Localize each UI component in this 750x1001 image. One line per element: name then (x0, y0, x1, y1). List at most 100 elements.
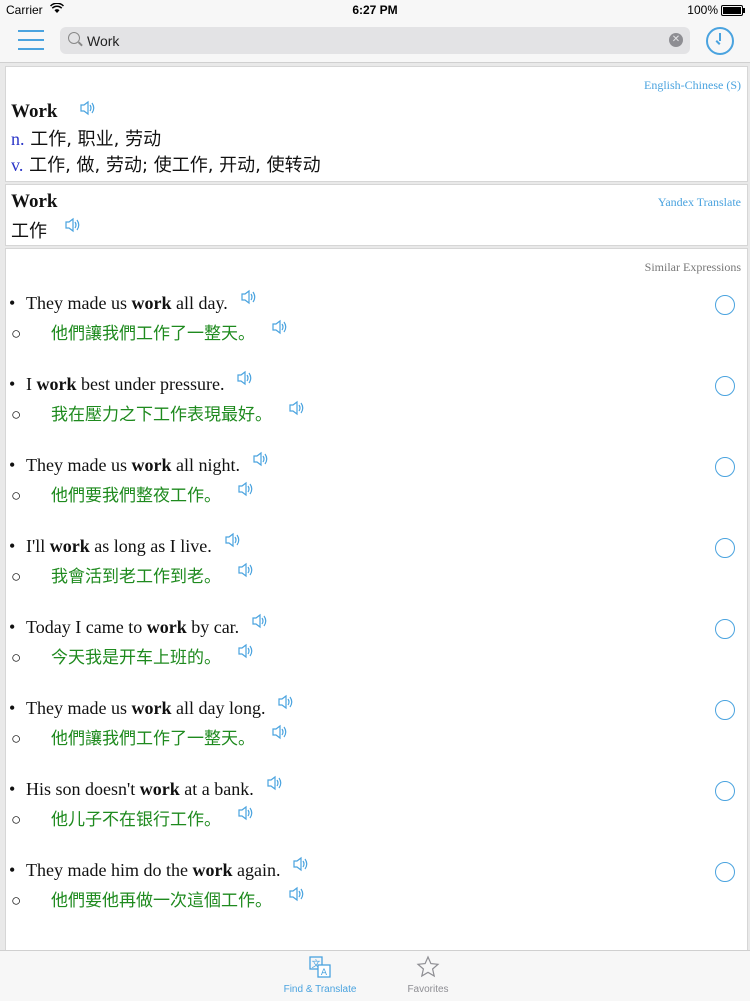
translate-card: Yandex Translate Work 工作 (5, 184, 748, 246)
example-english-pre: They made us (26, 698, 132, 718)
select-circle[interactable] (715, 862, 735, 882)
select-circle[interactable] (715, 781, 735, 801)
example-english-pre: I (26, 374, 37, 394)
example-english: • They made us work all night. (9, 451, 270, 476)
tab-find-translate-label: Find & Translate (283, 984, 357, 995)
speaker-icon[interactable] (79, 100, 97, 116)
pos-verb: v. (11, 155, 24, 175)
example-english: • Today I came to work by car. (9, 613, 269, 638)
select-circle[interactable] (715, 700, 735, 720)
translate-headword: Work (11, 191, 58, 212)
select-circle[interactable] (715, 457, 735, 477)
bullet-hollow: ○ (11, 648, 22, 667)
speaker-icon[interactable] (271, 724, 289, 740)
example-english: • They made him do the work again. (9, 856, 310, 881)
example-chinese-text: 他儿子不在银行工作。 (51, 810, 221, 830)
example-english: • I work best under pressure. (9, 370, 254, 395)
speaker-icon[interactable] (64, 217, 82, 233)
example-english-pre: Today I came to (26, 617, 147, 637)
example-english-pre: They made us (26, 293, 132, 313)
bullet-hollow: ○ (11, 567, 22, 586)
example-english-post: by car. (186, 617, 240, 637)
bullet-hollow: ○ (11, 324, 22, 343)
example-english-pre: They made him do the (26, 860, 193, 880)
translate-source[interactable]: Yandex Translate (658, 195, 741, 210)
bullet-hollow: ○ (11, 891, 22, 910)
definition-verb-text: 工作, 做, 劳动; 使工作, 开动, 使转动 (23, 155, 321, 176)
speaker-icon[interactable] (240, 289, 258, 305)
example-chinese: ○ 他們要他再做一次這個工作。 (11, 886, 306, 911)
example-chinese-text: 他們讓我們工作了一整天。 (51, 729, 255, 749)
star-icon (416, 955, 440, 982)
speaker-icon[interactable] (251, 613, 269, 629)
dictionary-card: English-Chinese (S) Work n. 工作, 职业, 劳动 v… (5, 66, 748, 182)
speaker-icon[interactable] (266, 775, 284, 791)
example-chinese: ○ 他儿子不在银行工作。 (11, 805, 255, 830)
bullet: • (9, 860, 16, 880)
example-chinese-text: 今天我是开车上班的。 (51, 648, 221, 668)
speaker-icon[interactable] (288, 400, 306, 416)
battery-percent: 100% (687, 3, 718, 17)
clock-time: 6:27 PM (352, 3, 398, 17)
dictionary-source[interactable]: English-Chinese (S) (644, 78, 741, 93)
clear-search-icon[interactable]: ✕ (669, 33, 683, 47)
speaker-icon[interactable] (292, 856, 310, 872)
dictionary-headword: Work (11, 101, 58, 122)
example-keyword: work (131, 455, 172, 475)
example-english-post: at a bank. (179, 779, 254, 799)
bullet-hollow: ○ (11, 486, 22, 505)
bullet: • (9, 455, 16, 475)
history-clock-icon[interactable] (706, 27, 734, 55)
example-chinese: ○ 他們要我們整夜工作。 (11, 481, 255, 506)
search-bar[interactable]: ✕ (60, 27, 690, 54)
example-english-pre: They made us (26, 455, 132, 475)
bullet-hollow: ○ (11, 405, 22, 424)
example-english: • They made us work all day. (9, 289, 258, 314)
example-chinese-text: 他們讓我們工作了一整天。 (51, 324, 255, 344)
example-chinese: ○ 我在壓力之下工作表現最好。 (11, 400, 306, 425)
speaker-icon[interactable] (236, 370, 254, 386)
example-chinese-text: 我在壓力之下工作表現最好。 (51, 405, 272, 425)
select-circle[interactable] (715, 376, 735, 396)
tab-favorites[interactable]: Favorites (378, 955, 478, 995)
example-keyword: work (131, 293, 172, 313)
speaker-icon[interactable] (252, 451, 270, 467)
bullet-hollow: ○ (11, 810, 22, 829)
bullet: • (9, 536, 16, 556)
navigation-bar: ✕ (0, 22, 750, 63)
example-keyword: work (139, 779, 180, 799)
select-circle[interactable] (715, 295, 735, 315)
speaker-icon[interactable] (237, 805, 255, 821)
definition-noun-text: 工作, 职业, 劳动 (24, 129, 162, 150)
select-circle[interactable] (715, 538, 735, 558)
similar-expressions-title: Similar Expressions (644, 260, 741, 274)
speaker-icon[interactable] (271, 319, 289, 335)
example-english-post: as long as I live. (89, 536, 212, 556)
speaker-icon[interactable] (237, 643, 255, 659)
example-english: • They made us work all day long. (9, 694, 295, 719)
search-input[interactable] (87, 31, 647, 50)
speaker-icon[interactable] (224, 532, 242, 548)
example-keyword: work (192, 860, 233, 880)
example-keyword: work (49, 536, 90, 556)
example-chinese-text: 他們要我們整夜工作。 (51, 486, 221, 506)
select-circle[interactable] (715, 619, 735, 639)
example-chinese: ○ 他們讓我們工作了一整天。 (11, 319, 289, 344)
status-bar: Carrier 6:27 PM 100% (0, 0, 750, 22)
speaker-icon[interactable] (237, 481, 255, 497)
example-english: • His son doesn't work at a bank. (9, 775, 284, 800)
example-chinese: ○ 今天我是开车上班的。 (11, 643, 255, 668)
example-english: • I'll work as long as I live. (9, 532, 242, 557)
speaker-icon[interactable] (237, 562, 255, 578)
bullet: • (9, 779, 16, 799)
menu-icon[interactable] (18, 30, 44, 50)
example-chinese: ○ 我會活到老工作到老。 (11, 562, 255, 587)
tab-find-translate[interactable]: 文A Find & Translate (270, 955, 370, 995)
example-english-pre: His son doesn't (26, 779, 140, 799)
example-english-post: all day long. (171, 698, 266, 718)
speaker-icon[interactable] (277, 694, 295, 710)
example-keyword: work (146, 617, 187, 637)
speaker-icon[interactable] (288, 886, 306, 902)
bullet: • (9, 374, 16, 394)
search-icon (68, 32, 80, 44)
